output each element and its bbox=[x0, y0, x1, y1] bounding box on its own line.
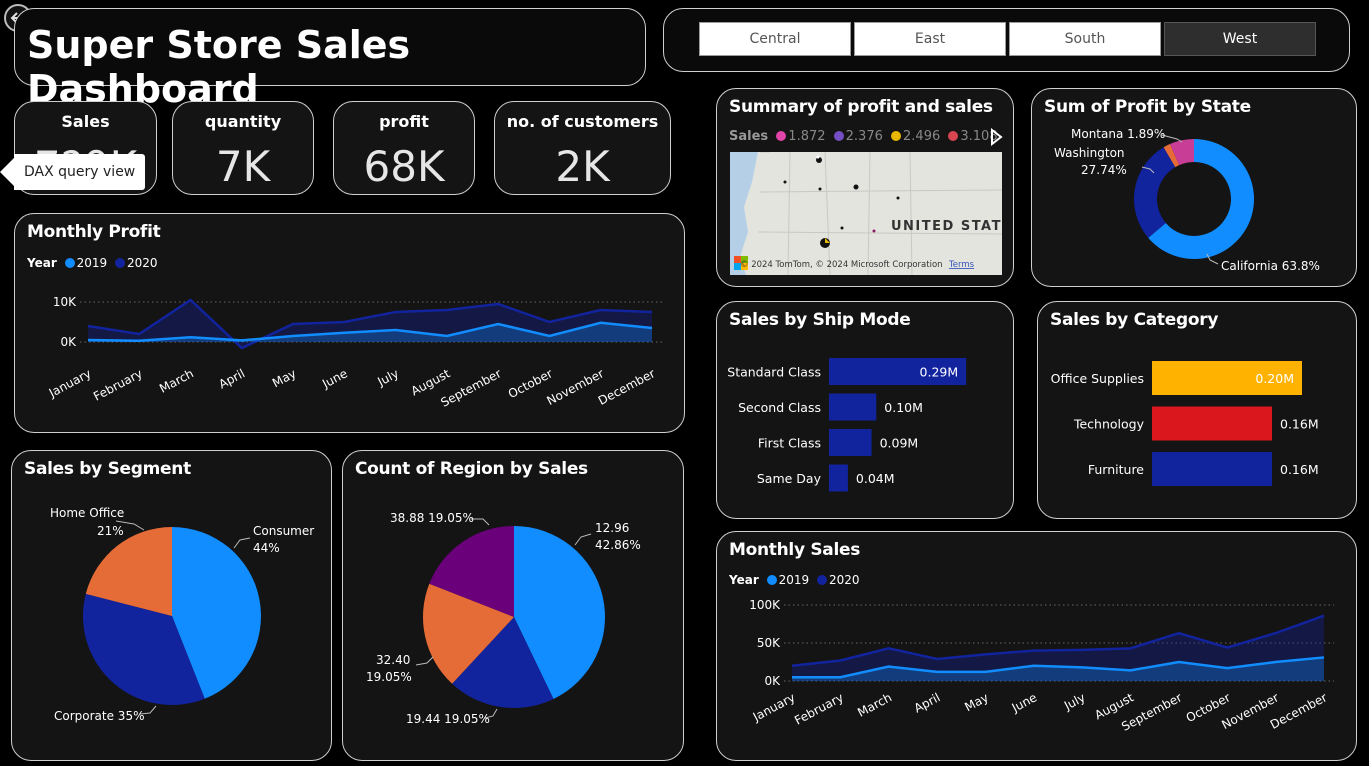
bar bbox=[829, 429, 872, 456]
label-region-b1: 12.96 bbox=[595, 521, 630, 535]
region-card: Count of Region by Sales 38.88 19.05% 12… bbox=[342, 450, 684, 761]
kpi-quantity-value: 7K bbox=[215, 142, 271, 191]
data-label: 0.10M bbox=[884, 400, 923, 415]
x-tick-label: June bbox=[1009, 690, 1040, 715]
x-tick-label: March bbox=[157, 366, 196, 396]
category-label: Same Day bbox=[757, 471, 822, 486]
monthly-sales-chart: 0K 50K 100K JanuaryFebruary March April May Jun… bbox=[749, 598, 1334, 734]
bar bbox=[829, 464, 848, 492]
summary-map-card: Summary of profit and sales Sales 1.872 … bbox=[716, 88, 1014, 287]
label-region-d: 19.44 19.05% bbox=[406, 712, 490, 726]
label-california: California 63.8% bbox=[1221, 259, 1320, 273]
slicer-central-button[interactable]: Central bbox=[699, 22, 851, 56]
y-tick-label: 50K bbox=[757, 636, 781, 650]
slicer-west-button[interactable]: West bbox=[1164, 22, 1316, 56]
title-card: Super Store Sales Dashboard bbox=[14, 8, 646, 111]
kpi-customers-card: no. of customers 2K bbox=[494, 101, 671, 195]
bar bbox=[829, 393, 877, 421]
label-washington-name: Washington bbox=[1054, 146, 1125, 160]
y-tick-label: 0K bbox=[764, 674, 781, 688]
kpi-sales-label: Sales bbox=[61, 112, 110, 131]
category-label: Second Class bbox=[738, 400, 821, 415]
category-label: Office Supplies bbox=[1051, 371, 1144, 386]
kpi-profit-card: profit 68K bbox=[333, 101, 475, 195]
label-home-office-name: Home Office bbox=[50, 506, 125, 520]
y-tick-label: 100K bbox=[749, 598, 781, 612]
region-pie bbox=[415, 518, 605, 719]
label-region-c2: 19.05% bbox=[366, 670, 412, 684]
svg-text:Terms: Terms bbox=[948, 260, 975, 270]
bar bbox=[1152, 406, 1272, 441]
label-corporate: Corporate 35% bbox=[54, 709, 145, 723]
data-label: 0.04M bbox=[856, 471, 895, 486]
y-tick-label: 10K bbox=[53, 295, 77, 309]
category-label: Technology bbox=[1073, 417, 1145, 432]
data-label: 0.09M bbox=[880, 436, 919, 451]
data-label: 0.16M bbox=[1280, 462, 1319, 477]
label-region-c1: 32.40 bbox=[376, 653, 411, 667]
bar bbox=[1152, 452, 1272, 486]
x-tick-label: February bbox=[91, 366, 145, 403]
x-tick-label: November bbox=[544, 366, 606, 408]
kpi-profit-value: 68K bbox=[363, 142, 445, 191]
x-tick-label: March bbox=[855, 690, 894, 720]
category-card: Sales by Category Office Supplies 0.20M Te… bbox=[1037, 301, 1357, 519]
segment-card: Sales by Segment Home Office 21% Consume… bbox=[11, 450, 332, 761]
category-label: Furniture bbox=[1088, 462, 1144, 477]
label-consumer-pct: 44% bbox=[253, 541, 280, 555]
data-label: 0.29M bbox=[920, 365, 959, 380]
ship-mode-chart: Standard Class 0.29M Second Class 0.10M Firs… bbox=[727, 358, 967, 492]
monthly-sales-card: Monthly Sales Year 2019 2020 0K 50K 100K Ja… bbox=[716, 531, 1357, 761]
label-consumer-name: Consumer bbox=[253, 524, 315, 538]
leader-line bbox=[415, 656, 434, 666]
pie-slice-washington bbox=[1134, 147, 1176, 238]
label-home-office-pct: 21% bbox=[97, 524, 124, 538]
category-label: Standard Class bbox=[727, 365, 821, 380]
kpi-customers-label: no. of customers bbox=[506, 112, 659, 131]
slicer-south-button[interactable]: South bbox=[1009, 22, 1161, 56]
profit-by-state-donut bbox=[1134, 134, 1254, 265]
label-region-a: 38.88 19.05% bbox=[390, 511, 474, 525]
category-chart: Office Supplies 0.20M Technology 0.16M Furni… bbox=[1051, 361, 1319, 486]
x-tick-label: February bbox=[792, 690, 846, 727]
x-tick-label: June bbox=[319, 366, 350, 391]
ship-mode-card: Sales by Ship Mode Standard Class 0.29M Se… bbox=[716, 301, 1014, 519]
x-tick-label: January bbox=[46, 366, 94, 400]
region-slicer: Central East South West bbox=[663, 8, 1350, 72]
x-tick-label: April bbox=[912, 690, 943, 715]
label-washington-pct: 27.74% bbox=[1081, 163, 1127, 177]
x-tick-label: April bbox=[216, 366, 247, 391]
data-label: 0.16M bbox=[1280, 417, 1319, 432]
monthly-profit-chart: 0K 10K JanuaryFebruary March April May June Jul… bbox=[46, 295, 662, 410]
kpi-customers-value: 2K bbox=[555, 142, 610, 191]
page-title: Super Store Sales Dashboard bbox=[27, 23, 411, 111]
summary-map-legend: Sales 1.872 2.376 2.496 3.108 bbox=[729, 129, 998, 144]
kpi-quantity-label: quantity bbox=[204, 112, 282, 131]
summary-map-title: Summary of profit and sales bbox=[729, 97, 993, 117]
x-tick-label: December bbox=[596, 366, 658, 408]
svg-text:UNITED STATE: UNITED STATE bbox=[891, 219, 1002, 234]
svg-text:© 2024 TomTom, © 2024 Microsof: © 2024 TomTom, © 2024 Microsoft Corporat… bbox=[740, 260, 943, 270]
map-view[interactable]: UNITED STATE © 2024 TomTom, © 2024 Micro… bbox=[730, 152, 1002, 275]
label-region-b2: 42.86% bbox=[595, 538, 641, 552]
profit-by-state-card: Sum of Profit by State Montana 1.89% Was… bbox=[1031, 88, 1357, 287]
y-tick-label: 0K bbox=[60, 335, 77, 349]
label-montana: Montana 1.89% bbox=[1071, 127, 1166, 141]
leader-line bbox=[574, 533, 592, 546]
x-tick-label: May bbox=[270, 366, 298, 390]
leader-line bbox=[233, 537, 251, 549]
kpi-profit-label: profit bbox=[379, 112, 429, 131]
x-tick-label: January bbox=[750, 690, 798, 724]
x-tick-label: July bbox=[375, 366, 402, 389]
category-label: First Class bbox=[758, 436, 821, 451]
x-tick-label: July bbox=[1061, 690, 1088, 713]
legend-next-arrow-icon[interactable] bbox=[989, 127, 1003, 150]
data-label: 0.20M bbox=[1255, 371, 1294, 386]
slicer-east-button[interactable]: East bbox=[854, 22, 1006, 56]
kpi-quantity-card: quantity 7K bbox=[172, 101, 314, 195]
map-graphic: UNITED STATE © 2024 TomTom, © 2024 Micro… bbox=[730, 152, 1002, 275]
x-tick-label: May bbox=[962, 690, 990, 714]
monthly-profit-card: Monthly Profit Year 2019 2020 0K 10K Janua… bbox=[14, 213, 685, 433]
